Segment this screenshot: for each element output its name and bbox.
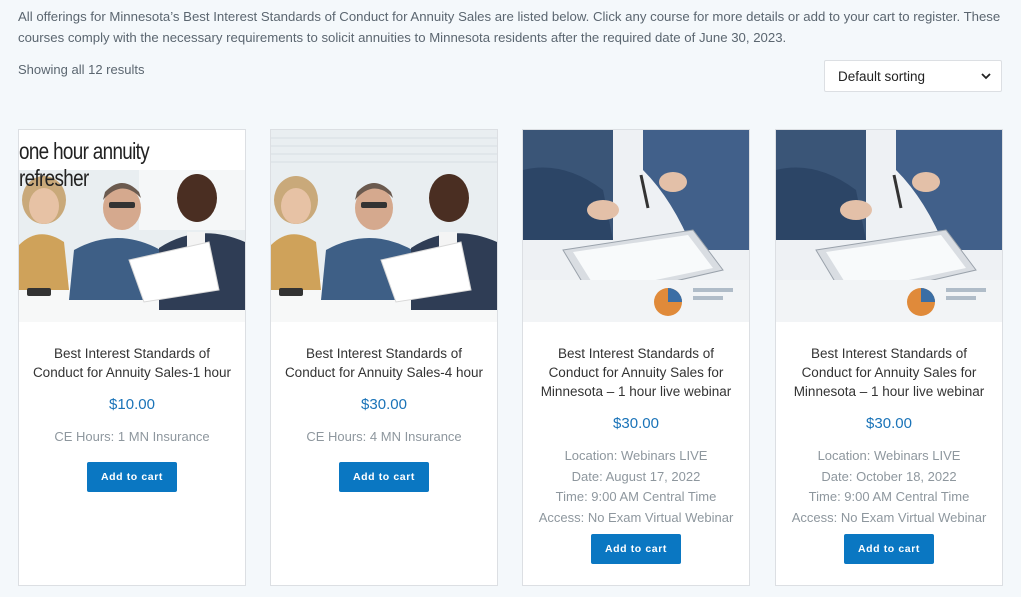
image-caption: one hour annuity refresher (19, 138, 150, 191)
product-access: Access: No Exam Virtual Webinar (791, 509, 987, 525)
product-date: Date: October 18, 2022 (821, 468, 957, 484)
add-to-cart-button[interactable]: Add to cart (591, 534, 681, 564)
product-title[interactable]: Best Interest Standards of Conduct for A… (27, 344, 237, 382)
product-image-meeting[interactable] (271, 130, 497, 322)
product-title[interactable]: Best Interest Standards of Conduct for A… (784, 344, 994, 401)
product-price: $10.00 (109, 396, 155, 413)
sort-select-value: Default sorting (838, 68, 926, 84)
product-location: Location: Webinars LIVE (817, 448, 961, 463)
product-image-tablet[interactable] (523, 130, 749, 322)
product-access: Access: No Exam Virtual Webinar (538, 509, 734, 525)
product-card: one hour annuity refresher Best Interest… (18, 129, 246, 586)
product-detail: CE Hours: 4 MN Insurance (306, 429, 462, 444)
add-to-cart-button[interactable]: Add to cart (339, 461, 429, 492)
results-count: Showing all 12 results (18, 62, 145, 77)
product-card: Best Interest Standards of Conduct for A… (270, 129, 498, 586)
product-title[interactable]: Best Interest Standards of Conduct for A… (279, 344, 489, 382)
product-location: Location: Webinars LIVE (564, 448, 708, 463)
product-time: Time: 9:00 AM Central Time (555, 489, 717, 504)
product-title[interactable]: Best Interest Standards of Conduct for A… (531, 344, 741, 401)
chevron-down-icon (981, 73, 991, 80)
add-to-cart-button[interactable]: Add to cart (844, 534, 934, 564)
product-card: Best Interest Standards of Conduct for A… (522, 129, 750, 586)
sort-select[interactable]: Default sorting (824, 60, 1002, 92)
intro-text: All offerings for Minnesota’s Best Inter… (18, 9, 1001, 45)
product-image-tablet[interactable] (776, 130, 1002, 322)
product-time: Time: 9:00 AM Central Time (808, 489, 970, 504)
product-price: $30.00 (361, 396, 407, 413)
product-image-meeting[interactable]: one hour annuity refresher (19, 130, 245, 322)
add-to-cart-button[interactable]: Add to cart (87, 461, 177, 492)
product-date: Date: August 17, 2022 (571, 468, 701, 484)
product-detail: CE Hours: 1 MN Insurance (54, 429, 210, 444)
product-price: $30.00 (613, 415, 659, 432)
product-price: $30.00 (866, 415, 912, 432)
product-card: Best Interest Standards of Conduct for A… (775, 129, 1003, 586)
